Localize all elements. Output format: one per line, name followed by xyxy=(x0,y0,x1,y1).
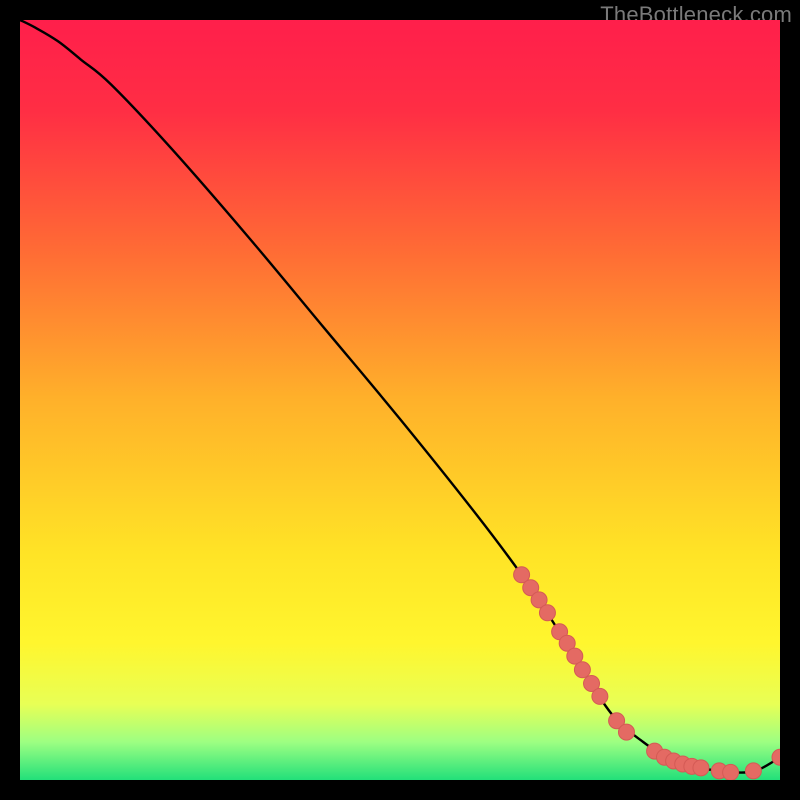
chart-plot xyxy=(20,20,780,780)
curve-marker xyxy=(618,724,634,740)
curve-marker xyxy=(723,764,739,780)
curve-marker xyxy=(745,763,761,779)
gradient-background xyxy=(20,20,780,780)
curve-marker xyxy=(539,605,555,621)
chart-stage: TheBottleneck.com xyxy=(0,0,800,800)
curve-marker xyxy=(574,662,590,678)
curve-marker xyxy=(592,688,608,704)
curve-marker xyxy=(693,760,709,776)
